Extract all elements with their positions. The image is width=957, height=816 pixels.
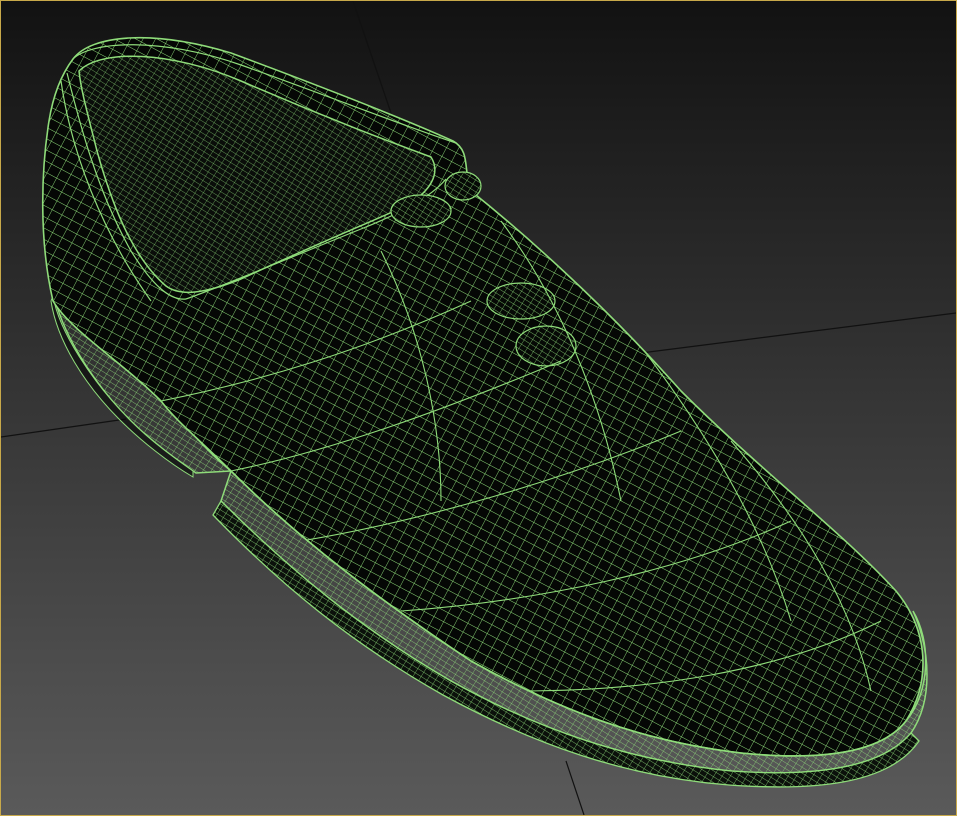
3d-viewport[interactable] [0,0,957,816]
viewport-canvas[interactable] [1,1,956,815]
